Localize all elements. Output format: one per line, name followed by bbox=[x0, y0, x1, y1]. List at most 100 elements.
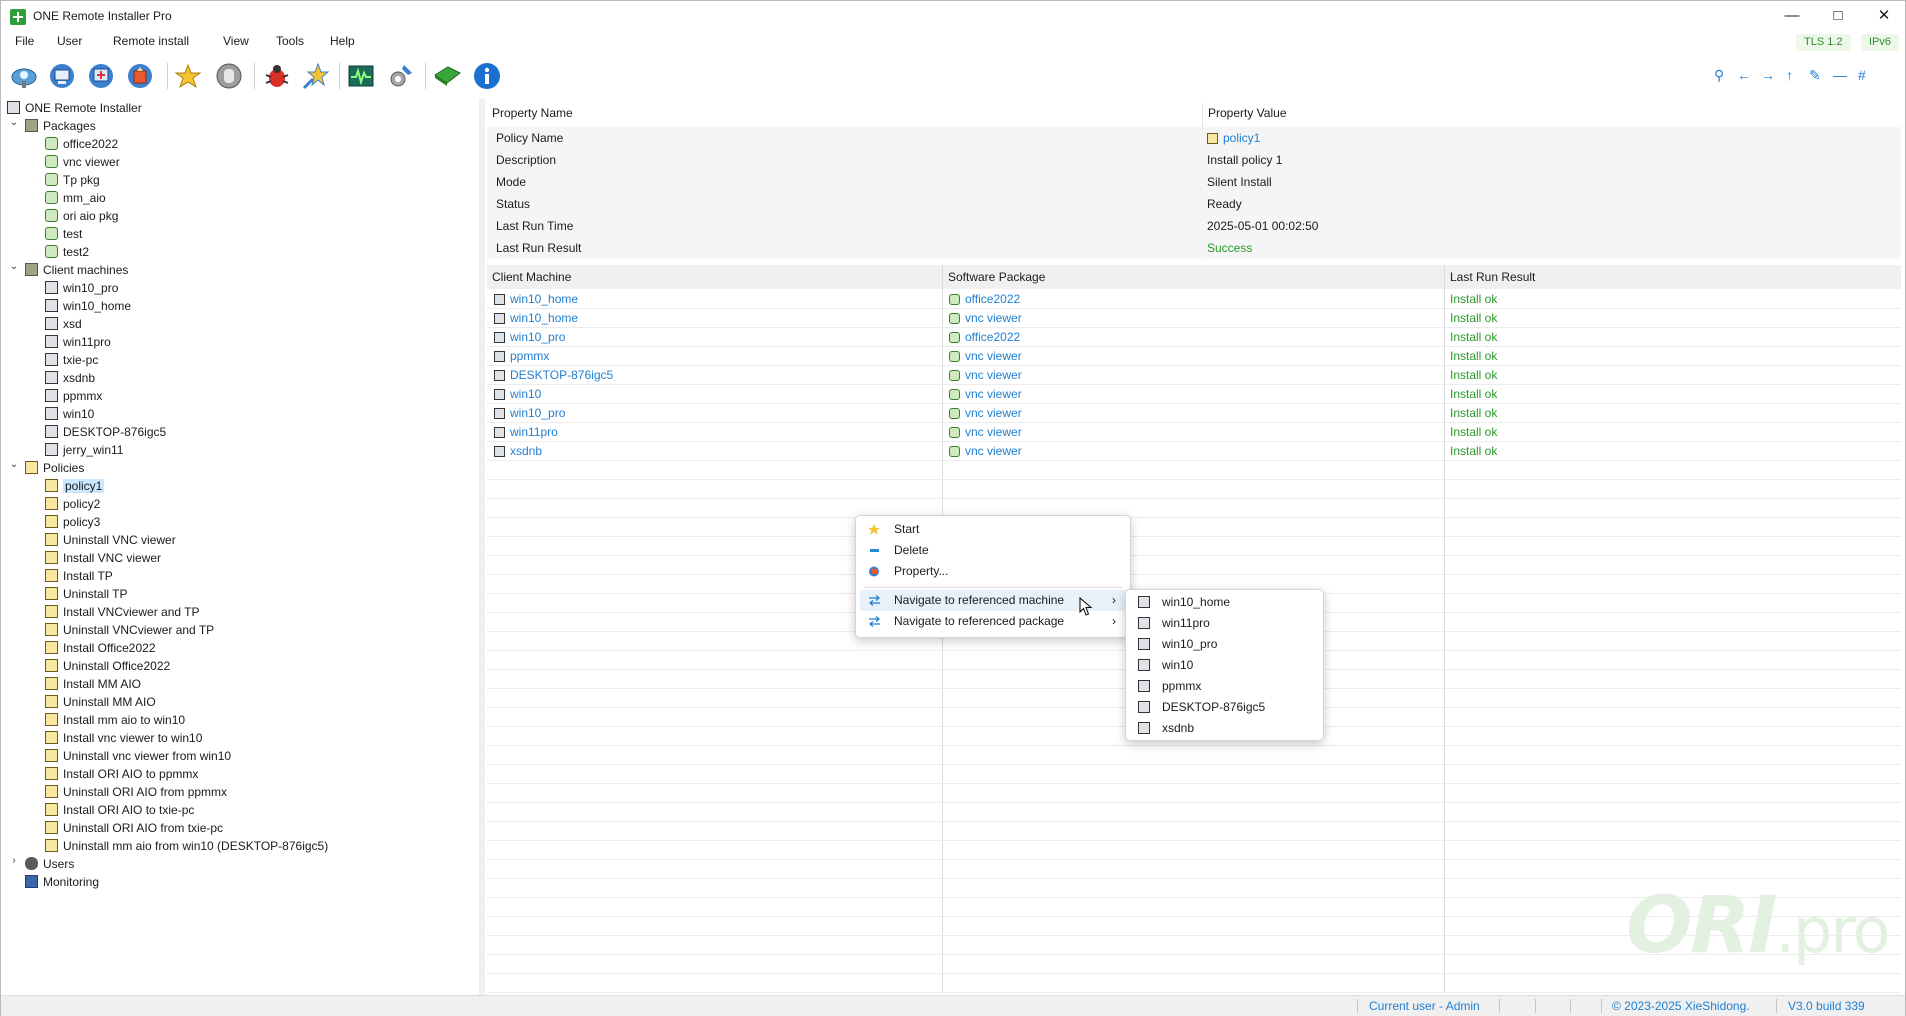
tree-client-item[interactable]: xsd bbox=[45, 315, 82, 333]
policy-icon[interactable] bbox=[125, 61, 155, 91]
monitor-icon[interactable] bbox=[346, 61, 376, 91]
table-row-package[interactable]: vnc viewer bbox=[949, 404, 1022, 423]
table-row-package[interactable]: office2022 bbox=[949, 328, 1020, 347]
menu-item-delete[interactable]: Delete bbox=[860, 540, 1126, 561]
tree-client-machines[interactable]: Client machines bbox=[25, 261, 128, 279]
tree-policy-item[interactable]: Uninstall TP bbox=[45, 585, 127, 603]
tree-policy-item[interactable]: Uninstall Office2022 bbox=[45, 657, 170, 675]
tree-package-item[interactable]: ori aio pkg bbox=[45, 207, 118, 225]
maximize-button[interactable]: □ bbox=[1815, 1, 1861, 31]
tree-policy-item[interactable]: Uninstall MM AIO bbox=[45, 693, 156, 711]
column-header-result[interactable]: Last Run Result bbox=[1450, 265, 1535, 289]
tree-client-item[interactable]: win11pro bbox=[45, 333, 111, 351]
property-row[interactable]: Mode Silent Install bbox=[487, 171, 1901, 194]
table-row-package[interactable]: vnc viewer bbox=[949, 309, 1022, 328]
edit-icon[interactable]: ✎ bbox=[1809, 67, 1821, 84]
table-row-machine[interactable]: win10_pro bbox=[494, 404, 565, 423]
deploy-icon[interactable] bbox=[86, 61, 116, 91]
submenu-item-machine[interactable]: xsdnb bbox=[1130, 718, 1319, 739]
tree-policy-item[interactable]: Install TP bbox=[45, 567, 113, 585]
bug-icon[interactable] bbox=[262, 61, 292, 91]
tree-policy-item[interactable]: Uninstall VNC viewer bbox=[45, 531, 176, 549]
stop-icon[interactable] bbox=[214, 61, 244, 91]
tree-monitoring[interactable]: Monitoring bbox=[25, 873, 99, 891]
table-row-machine[interactable]: win10_home bbox=[494, 309, 578, 328]
submenu-item-machine[interactable]: DESKTOP-876igc5 bbox=[1130, 697, 1319, 718]
tree-package-item[interactable]: mm_aio bbox=[45, 189, 106, 207]
tree-client-item[interactable]: DESKTOP-876igc5 bbox=[45, 423, 166, 441]
menu-tools[interactable]: Tools bbox=[276, 34, 304, 48]
tree-package-item[interactable]: vnc viewer bbox=[45, 153, 120, 171]
tree-policy-item[interactable]: Install Office2022 bbox=[45, 639, 156, 657]
table-row-package[interactable]: vnc viewer bbox=[949, 366, 1022, 385]
tree-policy-item[interactable]: policy1 bbox=[45, 477, 105, 495]
tree-policy-item[interactable]: Uninstall ORI AIO from txie-pc bbox=[45, 819, 223, 837]
tree-package-item[interactable]: Tp pkg bbox=[45, 171, 100, 189]
tree-packages[interactable]: Packages bbox=[25, 117, 96, 135]
tree-policy-item[interactable]: Install vnc viewer to win10 bbox=[45, 729, 202, 747]
property-row[interactable]: Policy Name policy1 bbox=[487, 127, 1901, 150]
back-icon[interactable]: ← bbox=[1737, 67, 1751, 83]
table-row-package[interactable]: vnc viewer bbox=[949, 347, 1022, 366]
close-button[interactable]: ✕ bbox=[1861, 1, 1906, 31]
table-row-package[interactable]: vnc viewer bbox=[949, 385, 1022, 404]
submenu-item-machine[interactable]: ppmmx bbox=[1130, 676, 1319, 697]
forward-icon[interactable]: → bbox=[1761, 67, 1775, 83]
tree-policy-item[interactable]: Install MM AIO bbox=[45, 675, 141, 693]
minus-icon[interactable]: — bbox=[1833, 67, 1847, 83]
tree-client-item[interactable]: xsdnb bbox=[45, 369, 95, 387]
menu-help[interactable]: Help bbox=[330, 34, 355, 48]
star-icon[interactable] bbox=[173, 61, 203, 91]
tree-policies[interactable]: Policies bbox=[25, 459, 84, 477]
table-row-machine[interactable]: win10_home bbox=[494, 290, 578, 309]
property-row[interactable]: Last Run Result Success bbox=[487, 237, 1901, 260]
chevron-right-icon[interactable]: › bbox=[9, 855, 19, 866]
table-row-machine[interactable]: xsdnb bbox=[494, 442, 542, 461]
table-row-machine[interactable]: win10_pro bbox=[494, 328, 565, 347]
table-row-machine[interactable]: DESKTOP-876igc5 bbox=[494, 366, 613, 385]
property-name-header[interactable]: Property Name bbox=[492, 103, 573, 123]
wizard-icon[interactable] bbox=[300, 61, 330, 91]
minimize-button[interactable]: — bbox=[1769, 1, 1815, 31]
chevron-down-icon[interactable]: ⌄ bbox=[9, 459, 19, 470]
column-header-package[interactable]: Software Package bbox=[948, 265, 1045, 289]
menu-item-property[interactable]: Property... bbox=[860, 561, 1126, 582]
info-icon[interactable] bbox=[472, 61, 502, 91]
submenu-item-machine[interactable]: win11pro bbox=[1130, 613, 1319, 634]
property-value-header[interactable]: Property Value bbox=[1208, 103, 1287, 123]
tree-users[interactable]: Users bbox=[25, 855, 74, 873]
property-row[interactable]: Status Ready bbox=[487, 193, 1901, 216]
tree-root[interactable]: ONE Remote Installer bbox=[7, 99, 142, 117]
policy-name-link[interactable]: policy1 bbox=[1223, 131, 1260, 145]
tree-policy-item[interactable]: Install VNC viewer bbox=[45, 549, 161, 567]
tree-package-item[interactable]: office2022 bbox=[45, 135, 118, 153]
tree-client-item[interactable]: jerry_win11 bbox=[45, 441, 123, 459]
tree-client-item[interactable]: win10_home bbox=[45, 297, 131, 315]
panel-splitter[interactable] bbox=[479, 99, 485, 997]
tree-package-item[interactable]: test2 bbox=[45, 243, 89, 261]
table-row-package[interactable]: vnc viewer bbox=[949, 423, 1022, 442]
table-row-package[interactable]: office2022 bbox=[949, 290, 1020, 309]
tree-policy-item[interactable]: Install mm aio to win10 bbox=[45, 711, 185, 729]
column-header-client[interactable]: Client Machine bbox=[492, 265, 571, 289]
menu-user[interactable]: User bbox=[57, 34, 82, 48]
tree-policy-item[interactable]: Uninstall mm aio from win10 (DESKTOP-876… bbox=[45, 837, 328, 855]
up-icon[interactable]: ↑ bbox=[1786, 67, 1793, 83]
table-row-machine[interactable]: win11pro bbox=[494, 423, 558, 442]
menu-item-start[interactable]: Start bbox=[860, 519, 1126, 540]
submenu-item-machine[interactable]: win10 bbox=[1130, 655, 1319, 676]
table-row-machine[interactable]: ppmmx bbox=[494, 347, 549, 366]
package-icon[interactable] bbox=[432, 61, 462, 91]
tree-policy-item[interactable]: Uninstall ORI AIO from ppmmx bbox=[45, 783, 227, 801]
tree-policy-item[interactable]: Uninstall vnc viewer from win10 bbox=[45, 747, 231, 765]
table-row-package[interactable]: vnc viewer bbox=[949, 442, 1022, 461]
property-row[interactable]: Last Run Time 2025-05-01 00:02:50 bbox=[487, 215, 1901, 238]
tree-client-item[interactable]: win10_pro bbox=[45, 279, 118, 297]
tree-client-item[interactable]: win10 bbox=[45, 405, 94, 423]
tree-package-item[interactable]: test bbox=[45, 225, 82, 243]
tree-policy-item[interactable]: policy2 bbox=[45, 495, 100, 513]
search-icon[interactable]: ⚲ bbox=[1714, 67, 1724, 84]
property-row[interactable]: Description Install policy 1 bbox=[487, 149, 1901, 172]
tree-policy-item[interactable]: Install ORI AIO to ppmmx bbox=[45, 765, 198, 783]
menu-view[interactable]: View bbox=[223, 34, 249, 48]
